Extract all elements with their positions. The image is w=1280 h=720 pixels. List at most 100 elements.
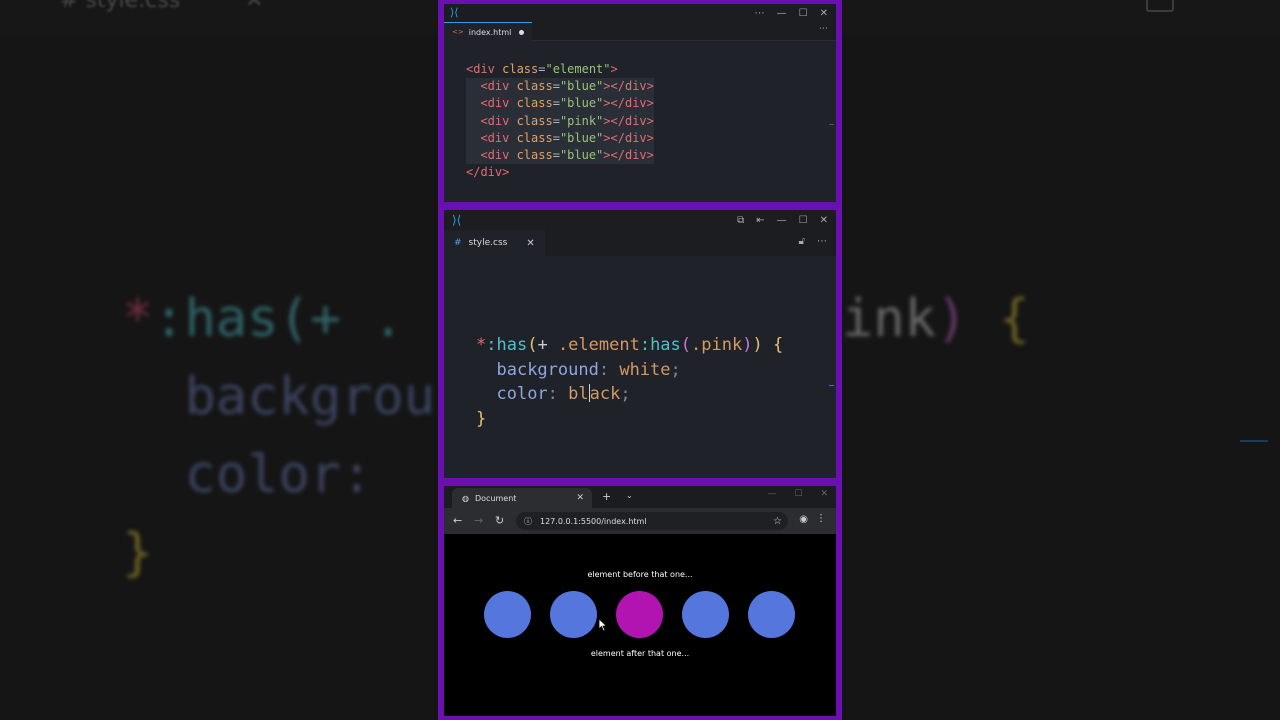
minimize-icon[interactable]: — [777,215,787,226]
scrollbar-marker[interactable] [829,385,834,386]
code-token: class [516,113,553,128]
label-after: element after that one... [590,649,690,658]
browser-page: element before that one... element after… [444,534,836,716]
kebab-menu-icon[interactable]: ⋮ [816,513,826,524]
code-token: "blue" [559,79,604,94]
more-icon[interactable]: ⋯ [817,236,827,247]
css-token: : [598,359,620,380]
bg-line4: } [122,523,154,583]
backdrop-tab: # style.css [60,0,181,13]
minimize-icon[interactable]: — [767,489,776,499]
css-token: } [476,408,487,429]
tab-style-css[interactable]: # style.css ✕ [444,230,545,256]
circle-item [550,591,597,638]
maximize-icon[interactable]: ☐ [799,8,808,19]
css-code-block[interactable]: *:has(+ .element:has(.pink)) { backgroun… [476,333,783,431]
code-line: <div class="blue"></div> [466,129,654,148]
browser-tab-title: Document [474,493,517,503]
lock-icon[interactable]: 🔓︎ [799,236,805,247]
code-token: ></ [603,96,625,111]
code-token: </div> [466,165,510,180]
code-token: div> [624,130,654,145]
css-token: * [476,335,487,355]
code-token: ></ [603,130,625,145]
tab-label: index.html [468,27,512,37]
maximize-icon[interactable]: ☐ [794,489,802,499]
close-icon[interactable]: ✕ [820,8,828,19]
code-token: div> [624,96,654,111]
css-token: bl [568,384,589,405]
bg-has: :has(+ . [153,289,404,349]
css-editor-window: ⟩⟨ ⧉ ⇤ — ☐ ✕ # style.css ✕ 🔓︎ ⋯ *:has(+ … [444,210,836,478]
profile-icon[interactable]: ◉ [799,514,808,525]
css-window-controls: ⧉ ⇤ — ☐ ✕ [737,210,828,230]
close-tab-icon[interactable]: ✕ [526,238,534,249]
css-token: { [762,335,784,355]
close-icon[interactable]: ✕ [820,215,828,226]
star-icon[interactable]: ☆ [773,516,782,527]
circle-item [616,591,663,638]
code-token: "blue" [559,96,604,111]
code-token: = [552,96,560,111]
code-token: = [552,148,560,163]
css-hash-icon: # [454,238,462,248]
minimize-icon[interactable]: — [777,8,787,19]
css-token: .element [557,335,640,355]
maximize-icon[interactable]: ☐ [799,215,808,226]
circle-item [682,591,729,638]
more-icon[interactable]: ⋯ [819,24,828,34]
code-token: > [610,62,618,76]
back-arrow-icon[interactable]: ← [453,514,462,527]
scrollbar-marker[interactable] [829,124,834,125]
new-tab-icon[interactable]: + [602,490,611,503]
tab-index-html[interactable]: <> index.html [444,22,533,41]
css-token: ack [589,384,621,405]
vscode-logo-icon: ⟩⟨ [450,6,459,19]
chevron-down-icon[interactable]: ⌄ [626,491,633,500]
bg-line2: backgrou [184,367,436,427]
bg-star: * [122,289,154,349]
browser-tab-document[interactable]: ◍ Document ✕ [452,488,592,508]
code-token: = [552,113,560,128]
code-token: class [516,148,553,163]
forward-arrow-icon[interactable]: → [474,514,483,527]
code-token: <div [480,148,517,163]
unsaved-dot-icon [519,29,525,35]
code-line: <div class="blue"></div> [466,78,654,96]
browser-window: ◍ Document ✕ + ⌄ — ☐ ✕ ← → ↻ ⓘ 127.0.0.1… [444,486,836,716]
code-token: "blue" [559,130,604,145]
close-tab-icon[interactable]: ✕ [576,493,584,503]
code-token: div> [624,79,654,94]
backdrop-tab-close: ✕ [245,0,264,13]
mouse-cursor-icon [598,618,608,632]
code-token: = [552,79,560,94]
css-token: background [496,359,599,380]
close-icon[interactable]: ✕ [820,489,828,499]
backdrop-scroll-mark [1240,440,1268,442]
tab-label: style.css [468,238,508,248]
html-window-controls: ⋯ — ☐ ✕ [755,4,828,22]
code-token: = [552,130,560,145]
address-bar[interactable]: ⓘ 127.0.0.1:5500/index.html ☆ [516,512,788,530]
html-editor-tabbar: <> index.html ⋯ [444,22,836,41]
css-token: ) [742,335,753,355]
code-line: <div class="element"> [466,61,654,78]
css-token: :has [639,335,681,355]
url-text: 127.0.0.1:5500/index.html [540,516,647,526]
circle-row [484,591,796,638]
reload-icon[interactable]: ↻ [495,514,504,527]
code-token: class [516,79,553,94]
css-editor-titlebar: ⟩⟨ ⧉ ⇤ — ☐ ✕ [444,210,836,230]
info-icon[interactable]: ⓘ [524,516,532,527]
layout-icon[interactable]: ⧉ [737,215,744,226]
more-icon[interactable]: ⋯ [755,8,765,19]
html-code-block[interactable]: <div class="element"> <div class="blue">… [466,61,654,181]
code-token: ></ [603,113,625,128]
pin-icon[interactable]: ⇤ [756,215,764,226]
globe-icon: ◍ [462,493,469,503]
code-token: div> [624,113,654,128]
